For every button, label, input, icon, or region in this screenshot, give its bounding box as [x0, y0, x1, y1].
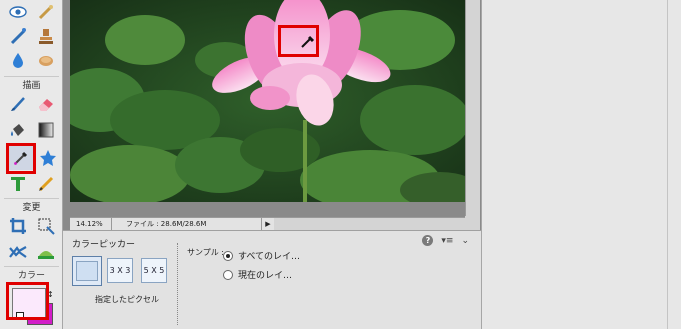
section-label-modify: 変更	[22, 203, 41, 213]
zoom-readout: 14.12%	[70, 218, 112, 230]
status-bar: 14.12% ファイル : 28.6M/28.6M ▶	[70, 217, 465, 230]
recompose-icon[interactable]	[34, 214, 58, 238]
radio-current-layer[interactable]: 現在のレイ…	[223, 268, 292, 281]
type-icon[interactable]	[6, 172, 30, 196]
pencil-icon[interactable]	[34, 172, 58, 196]
highlight-color-swatch	[6, 282, 49, 320]
toolbox: 描画 変更 カラー ↕	[0, 0, 63, 329]
tool-options-panel: カラーピッカー ? ▾≡ ⌄ 3 X 3 5 X 5 指定したピクセル サンプル…	[63, 230, 481, 329]
smudge-icon[interactable]	[34, 48, 58, 72]
radio-all-layers-control[interactable]	[223, 250, 233, 261]
section-label-color: カラー	[17, 271, 45, 281]
app-window: 描画 変更 カラー ↕ 14.12% ファイル: 28.6M/28.6M ▶ …	[0, 0, 681, 329]
horizontal-scrollbar[interactable]	[274, 218, 465, 230]
magic-brush-icon[interactable]	[34, 0, 58, 24]
help-icon[interactable]: ?	[422, 235, 434, 246]
gradient-icon[interactable]	[34, 118, 58, 142]
paint-bucket-icon[interactable]	[6, 118, 30, 142]
custom-shape-icon[interactable]	[36, 146, 60, 170]
blur-drop-icon[interactable]	[6, 48, 30, 72]
radio-all-layers-label: すべてのレイ…	[238, 252, 301, 262]
section-label-draw: 描画	[22, 81, 41, 91]
lotus-photo[interactable]	[70, 0, 465, 202]
collapse-panel-icon[interactable]: ⌄	[461, 236, 469, 246]
scroll-corner	[465, 216, 480, 230]
tool-options-title: カラーピッカー	[72, 240, 136, 250]
radio-current-layer-label: 現在のレイ…	[238, 271, 293, 281]
sample-5x5-button[interactable]: 5 X 5	[141, 258, 167, 283]
radio-all-layers[interactable]: すべてのレイ…	[223, 249, 300, 262]
content-move-icon[interactable]	[6, 240, 30, 264]
highlight-eyedropper-tool	[6, 143, 36, 174]
sponge-icon[interactable]	[34, 24, 58, 48]
crop-icon[interactable]	[6, 214, 30, 238]
right-panel	[481, 0, 681, 329]
options-divider	[177, 243, 178, 325]
highlight-sample-point	[278, 25, 319, 57]
brush-icon[interactable]	[6, 92, 30, 116]
vertical-scrollbar[interactable]	[465, 0, 480, 216]
radio-current-layer-control[interactable]	[223, 269, 233, 280]
status-menu-arrow[interactable]: ▶	[262, 220, 274, 228]
right-panel-divider	[667, 0, 668, 329]
panel-menu-icon[interactable]: ▾≡	[441, 236, 453, 246]
eraser-icon[interactable]	[34, 92, 58, 116]
clone-stamp-icon[interactable]	[6, 24, 30, 48]
eye-icon[interactable]	[6, 0, 30, 24]
straighten-icon[interactable]	[34, 240, 58, 264]
sample-point-button[interactable]	[72, 256, 102, 286]
canvas-frame	[63, 0, 481, 230]
sample-label: サンプル :	[187, 248, 224, 257]
file-size-readout: ファイル : 28.6M/28.6M	[112, 218, 262, 230]
sample-3x3-button[interactable]: 3 X 3	[107, 258, 133, 283]
sample-size-label: 指定したピクセル	[95, 295, 159, 304]
